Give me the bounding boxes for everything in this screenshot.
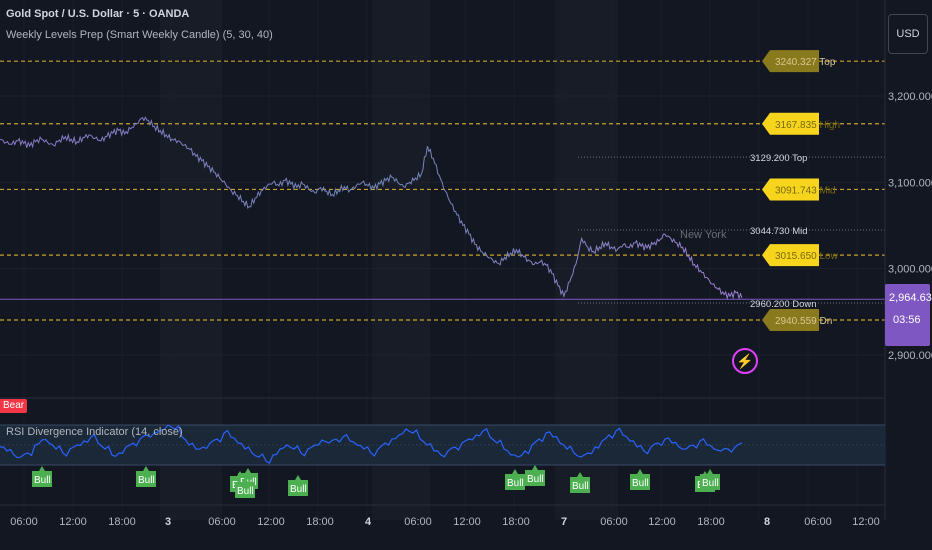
level-tag: 3167.835 High [762, 112, 840, 135]
symbol-title[interactable]: Gold Spot / U.S. Dollar · 5 · OANDA [6, 8, 189, 20]
bull-signal-text: Bull [138, 475, 155, 486]
bull-signal-label: Bull [525, 465, 545, 486]
bull-signal-text: Bull [527, 474, 544, 485]
x-tick-label: 18:00 [697, 516, 725, 528]
x-tick-label: 06:00 [600, 516, 628, 528]
bull-signal-text: Bull [632, 478, 649, 489]
level-tag-text: 3240.327 Top [775, 57, 836, 68]
bull-signal-label: Bull [32, 466, 52, 487]
bull-signal-label: Bull [700, 469, 720, 490]
bull-signal-text: Bull [702, 478, 719, 489]
x-tick-label: 12:00 [453, 516, 481, 528]
bull-signal-label: Bull [630, 469, 650, 490]
x-tick-label: 7 [561, 516, 567, 528]
x-tick-label: 06:00 [804, 516, 832, 528]
bull-signal-text: Bull [34, 475, 51, 486]
x-tick-label: 06:00 [404, 516, 432, 528]
bear-signal-label: Bear [0, 399, 28, 413]
level-tag: 3091.743 Mid [762, 178, 836, 201]
level-tag: 3240.327 Top [762, 50, 836, 73]
bull-signal-label: Bull [136, 466, 156, 487]
level-tag: 2940.559 Dn [762, 308, 832, 331]
x-tick-label: 18:00 [502, 516, 530, 528]
chart-canvas[interactable]: 3240.327 Top 3167.835 High 3129.200 Top 309… [0, 0, 932, 550]
x-tick-label: 18:00 [108, 516, 136, 528]
price-series-line [0, 116, 743, 301]
y-tick-label: 3,100.000 [888, 177, 932, 189]
current-price-tag: 2,964.635 03:56 [885, 284, 932, 346]
x-tick-label: 18:00 [306, 516, 334, 528]
x-tick-label: 4 [365, 516, 372, 528]
level-label: 3044.730 Mid [750, 226, 808, 237]
x-tick-label: 06:00 [208, 516, 236, 528]
bull-signal-label: Bull [505, 469, 525, 490]
level-label: 3129.200 Top [750, 153, 807, 164]
y-tick-label: 3,000.000 [888, 264, 932, 276]
bull-signal-text: Bull [290, 484, 307, 495]
bull-signal-text: Bull [572, 481, 589, 492]
current-price: 2,964.635 [889, 292, 932, 304]
x-tick-label: 8 [764, 516, 770, 528]
bull-signal-text: Bull [237, 486, 254, 497]
x-tick-label: 12:00 [648, 516, 676, 528]
level-tag-text: 3091.743 Mid [775, 185, 836, 196]
level-tag: 3015.650 Low [762, 244, 839, 267]
currency-button[interactable]: USD [888, 14, 928, 54]
level-tag-text: 3167.835 High [775, 120, 840, 131]
rsi-indicator-title[interactable]: RSI Divergence Indicator (14, close) [6, 426, 183, 438]
level-tag-text: 2940.559 Dn [775, 316, 832, 327]
y-tick-label: 2,900.000 [888, 350, 932, 362]
x-tick-label: 06:00 [10, 516, 38, 528]
bull-signal-text: Bull [507, 478, 524, 489]
lightning-icon[interactable]: ⚡ [732, 348, 758, 374]
x-tick-label: 12:00 [257, 516, 285, 528]
y-tick-label: 3,200.000 [888, 91, 932, 103]
session-annotation: New York [680, 229, 727, 241]
x-tick-label: 12:00 [59, 516, 87, 528]
bull-signal-label: Bull [288, 475, 308, 496]
level-label: 2960.200 Down [750, 299, 817, 310]
indicator-title[interactable]: Weekly Levels Prep (Smart Weekly Candle)… [6, 29, 273, 41]
x-tick-label: 12:00 [852, 516, 880, 528]
bar-countdown: 03:56 [893, 314, 921, 326]
x-tick-label: 3 [165, 516, 171, 528]
level-tag-text: 3015.650 Low [775, 251, 839, 262]
